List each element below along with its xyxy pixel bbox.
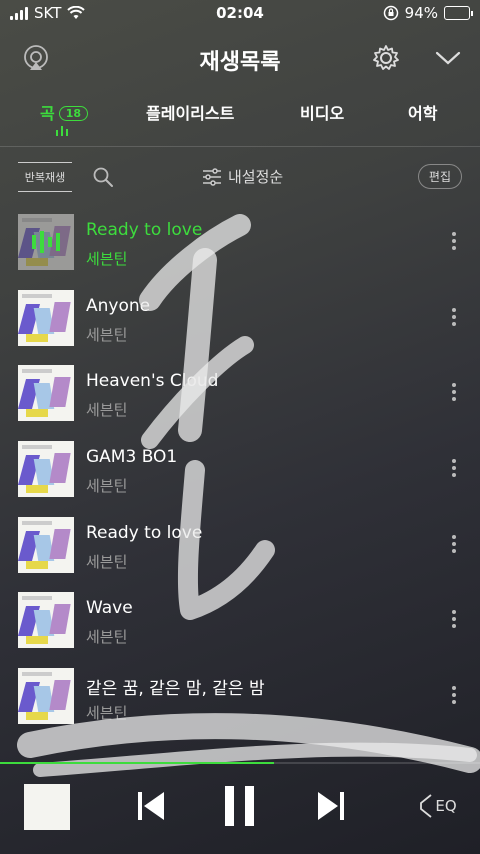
playback-progress-fill	[0, 762, 274, 764]
album-art	[18, 441, 74, 498]
list-toolbar: 반복재생 내설정순 편집	[0, 160, 480, 194]
battery-icon	[444, 6, 473, 20]
list-item[interactable]: Anyone 세븐틴	[0, 282, 480, 358]
battery-percent: 94%	[404, 4, 438, 22]
now-playing-album-art[interactable]	[24, 784, 70, 830]
sort-label: 내설정순	[228, 168, 284, 186]
album-art	[18, 365, 74, 422]
list-item[interactable]: GAM3 BO1 세븐틴	[0, 433, 480, 509]
song-title: Ready to love	[86, 220, 203, 240]
pause-icon[interactable]	[222, 784, 258, 828]
list-item[interactable]: 같은 꿈, 같은 맘, 같은 밤 세븐틴	[0, 660, 480, 736]
more-options-icon[interactable]	[452, 459, 456, 478]
page-title: 재생목록	[199, 50, 281, 75]
playback-progress[interactable]	[0, 762, 480, 764]
more-options-icon[interactable]	[452, 383, 456, 402]
tab-divider	[0, 146, 480, 147]
more-options-icon[interactable]	[452, 232, 456, 250]
playing-equalizer-icon	[56, 126, 68, 136]
tab-language[interactable]: 어학	[408, 100, 437, 124]
song-title: Wave	[86, 598, 133, 619]
tab-songs-label: 곡	[40, 104, 55, 123]
previous-icon[interactable]	[134, 784, 168, 828]
album-art	[18, 214, 74, 270]
mini-player: EQ	[0, 768, 480, 854]
more-options-icon[interactable]	[452, 686, 456, 705]
gear-icon[interactable]	[370, 42, 402, 74]
more-options-icon[interactable]	[452, 610, 456, 629]
speaker-icon	[420, 794, 432, 818]
song-title: Ready to love	[86, 522, 203, 543]
header: 재생목록	[0, 36, 480, 80]
album-art	[18, 289, 74, 346]
status-bar: SKT 02:04 94%	[0, 0, 480, 28]
sliders-icon	[203, 167, 221, 186]
next-icon[interactable]	[314, 784, 348, 828]
list-item[interactable]: Ready to love 세븐틴	[0, 509, 480, 585]
eq-button[interactable]: EQ	[412, 784, 462, 828]
album-art	[18, 668, 74, 725]
chevron-down-icon[interactable]	[432, 42, 464, 74]
song-artist: 세븐틴	[86, 552, 128, 571]
song-artist: 세븐틴	[86, 628, 128, 647]
edit-button[interactable]: 편집	[417, 164, 462, 189]
tab-playlist[interactable]: 플레이리스트	[146, 100, 234, 124]
more-options-icon[interactable]	[452, 307, 456, 326]
song-title: Anyone	[86, 295, 151, 316]
song-count-badge: 18	[58, 106, 89, 121]
more-options-icon[interactable]	[452, 534, 456, 553]
song-artist: 세븐틴	[86, 250, 128, 268]
sort-button[interactable]: 내설정순	[202, 166, 283, 187]
song-title: Heaven's Cloud	[86, 371, 219, 392]
list-item[interactable]: Ready to love 세븐틴	[0, 206, 480, 282]
album-art	[18, 592, 74, 649]
tab-songs[interactable]: 곡 18	[40, 100, 89, 124]
tab-bar: 곡 18 플레이리스트 비디오 어학	[0, 96, 480, 140]
song-artist: 세븐틴	[86, 477, 128, 496]
song-artist: 세븐틴	[86, 325, 128, 344]
now-playing-icon	[18, 214, 74, 270]
list-item[interactable]: Wave 세븐틴	[0, 584, 480, 660]
repeat-button[interactable]: 반복재생	[18, 162, 72, 192]
song-list: Ready to love 세븐틴 Anyone 세븐틴 Heaven's Cl…	[0, 206, 480, 736]
album-art	[18, 516, 74, 573]
song-title: GAM3 BO1	[86, 447, 178, 468]
song-artist: 세븐틴	[86, 704, 128, 723]
status-right: 94%	[383, 4, 473, 22]
search-icon[interactable]	[92, 166, 114, 192]
rotation-lock-icon	[383, 5, 398, 21]
eq-label: EQ	[435, 797, 457, 815]
song-artist: 세븐틴	[86, 401, 128, 420]
song-title: 같은 꿈, 같은 맘, 같은 밤	[86, 679, 265, 700]
tab-video[interactable]: 비디오	[300, 100, 344, 124]
list-item[interactable]: Heaven's Cloud 세븐틴	[0, 357, 480, 433]
